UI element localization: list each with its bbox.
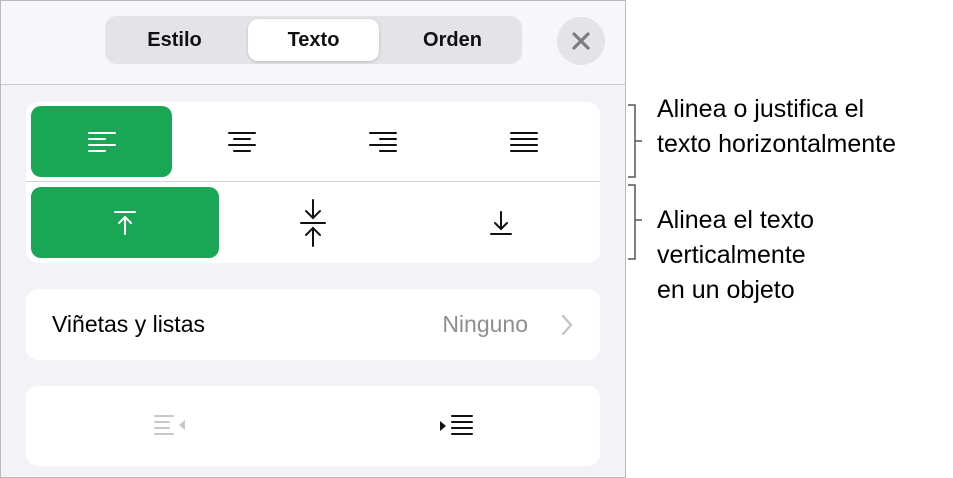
alignment-divider (26, 181, 600, 182)
increase-indent-button[interactable] (391, 394, 521, 458)
align-left-icon (87, 131, 116, 152)
tab-orden[interactable]: Orden (387, 19, 518, 61)
alignment-card (26, 102, 600, 263)
callout-line: texto horizontalmente (657, 130, 897, 158)
inspector-header: Estilo Texto Orden (1, 1, 625, 85)
callout-bracket-horizontal (628, 104, 642, 178)
chevron-right-icon (561, 314, 573, 336)
justify-button[interactable] (453, 106, 594, 177)
bullets-lists-row[interactable]: Viñetas y listas Ninguno (26, 289, 600, 360)
align-bottom-button[interactable] (407, 187, 595, 258)
align-left-button[interactable] (31, 106, 172, 177)
bullets-lists-value: Ninguno (442, 311, 528, 337)
decrease-indent-button[interactable] (106, 394, 236, 458)
align-top-icon (114, 210, 136, 235)
callout-line: Alinea o justifica el (657, 95, 865, 123)
callout-vertical-alignment: Alinea el texto verticalmente en un obje… (657, 203, 814, 308)
tab-segmented-control: Estilo Texto Orden (105, 16, 522, 64)
align-center-icon (227, 131, 256, 152)
align-middle-button[interactable] (219, 187, 407, 258)
callout-line: verticalmente (657, 241, 806, 269)
align-center-button[interactable] (171, 106, 312, 177)
callout-bracket-vertical (628, 184, 642, 260)
indent-card (26, 386, 600, 466)
callout-horizontal-alignment: Alinea o justifica el texto horizontalme… (657, 92, 896, 162)
decrease-indent-icon (154, 415, 185, 435)
tab-estilo[interactable]: Estilo (109, 19, 240, 61)
tab-texto[interactable]: Texto (248, 19, 379, 61)
justify-icon (509, 131, 538, 152)
callout-line: en un objeto (657, 276, 795, 304)
format-inspector-panel: Estilo Texto Orden Viñetas y listas Ning… (0, 0, 626, 478)
close-button[interactable] (557, 17, 605, 65)
increase-indent-icon (440, 415, 473, 435)
align-bottom-icon (490, 210, 512, 235)
align-top-button[interactable] (31, 187, 219, 258)
align-right-icon (368, 131, 397, 152)
callout-line: Alinea el texto (657, 206, 815, 234)
align-right-button[interactable] (312, 106, 453, 177)
bullets-lists-label: Viñetas y listas (52, 311, 205, 337)
align-middle-icon (300, 198, 326, 247)
close-icon (572, 32, 590, 50)
